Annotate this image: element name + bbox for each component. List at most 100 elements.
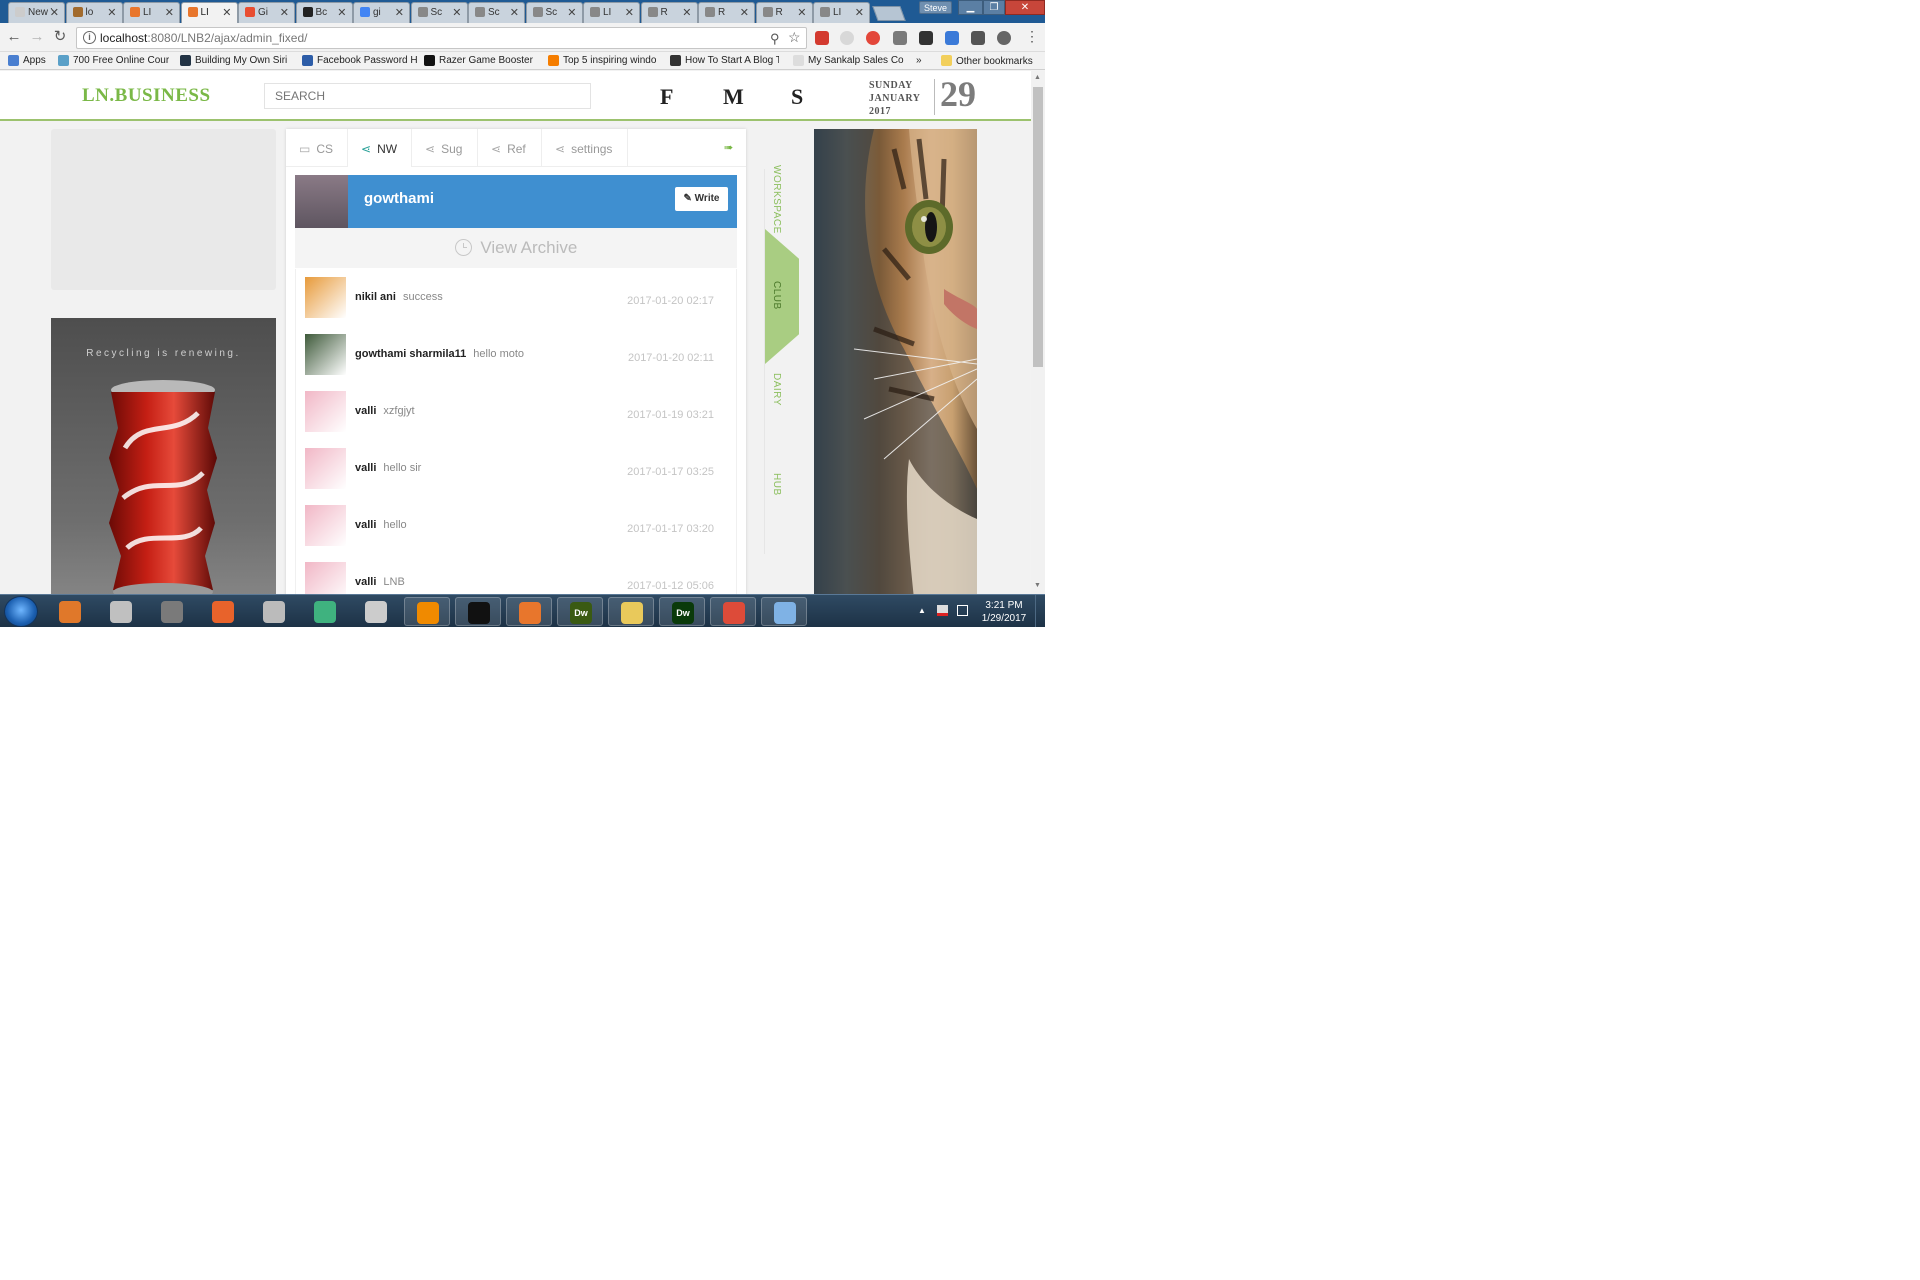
avatar[interactable]: [305, 391, 346, 432]
taskbar-app[interactable]: [761, 597, 807, 626]
header-link-s[interactable]: S: [791, 84, 803, 110]
browser-tab[interactable]: Bc ✕: [295, 2, 353, 23]
avatar[interactable]: [305, 334, 346, 375]
browser-tab[interactable]: gi ✕: [353, 2, 410, 23]
search-input[interactable]: [264, 83, 591, 109]
avatar[interactable]: [305, 505, 346, 546]
browser-tab[interactable]: R ✕: [698, 2, 755, 23]
taskbar-app[interactable]: [404, 597, 450, 626]
browser-tab[interactable]: Sc ✕: [410, 2, 468, 23]
signout-icon[interactable]: ➠: [724, 141, 733, 154]
browser-tab[interactable]: LI ✕: [180, 2, 238, 23]
tab-ref[interactable]: ⋖ Ref: [478, 129, 542, 167]
write-button[interactable]: ✎ Write: [675, 187, 728, 211]
other-bookmarks[interactable]: Other bookmarks: [941, 55, 1033, 67]
side-nav-club[interactable]: CLUB: [771, 281, 782, 310]
tray-overflow-icon[interactable]: ▲: [918, 606, 926, 615]
avatar[interactable]: [305, 277, 346, 318]
avatar[interactable]: [295, 175, 348, 228]
taskbar-app[interactable]: [98, 597, 144, 626]
back-button[interactable]: ←: [5, 28, 23, 46]
extension-icon[interactable]: [866, 31, 880, 45]
bookmark-item[interactable]: Apps: [8, 55, 51, 67]
menu-icon[interactable]: ⋮: [1025, 28, 1039, 45]
close-icon[interactable]: ✕: [222, 6, 231, 19]
feed-item[interactable]: valli xzfgjyt 2017-01-19 03:21: [296, 383, 738, 440]
feed-user-name[interactable]: gowthami sharmila11 hello moto: [355, 348, 524, 360]
tab-settings[interactable]: ⋖ settings: [542, 129, 628, 167]
start-button[interactable]: [4, 596, 38, 627]
feed-user-name[interactable]: valli hello sir: [355, 462, 421, 474]
coke-ad[interactable]: Recycling is renewing. 150ml: [51, 318, 276, 594]
address-bar[interactable]: i localhost:8080/LNB2/ajax/admin_fixed/ …: [76, 27, 807, 49]
minimize-button[interactable]: ▁: [958, 0, 983, 15]
header-link-f[interactable]: F: [660, 84, 673, 110]
site-info-icon[interactable]: i: [83, 31, 96, 44]
cat-ad[interactable]: [814, 129, 977, 594]
url-text[interactable]: localhost:8080/LNB2/ajax/admin_fixed/: [100, 31, 307, 45]
site-logo[interactable]: LN.BUSINESS: [82, 85, 211, 107]
browser-tab[interactable]: Gi ✕: [238, 2, 295, 23]
taskbar-app[interactable]: [47, 597, 93, 626]
scroll-down-arrow[interactable]: ▼: [1034, 582, 1041, 589]
browser-tab[interactable]: Sc ✕: [468, 2, 525, 23]
browser-tab[interactable]: LI ✕: [813, 2, 870, 23]
extension-icon[interactable]: [840, 31, 854, 45]
feed-item[interactable]: gowthami sharmila11 hello moto 2017-01-20 …: [296, 326, 738, 383]
forward-button[interactable]: →: [28, 28, 46, 46]
header-link-m[interactable]: M: [723, 84, 744, 110]
bookmarks-overflow-icon[interactable]: »: [916, 55, 922, 66]
scrollbar-thumb[interactable]: [1033, 87, 1043, 367]
maximize-button[interactable]: ❐: [983, 0, 1005, 15]
close-icon[interactable]: ✕: [165, 6, 174, 19]
feed-item[interactable]: valli LNB 2017-01-12 05:06: [296, 554, 738, 594]
tab-sug[interactable]: ⋖ Sug: [412, 129, 478, 167]
bookmark-item[interactable]: Top 5 inspiring windo: [548, 55, 657, 67]
feed-user-name[interactable]: valli hello: [355, 519, 407, 531]
close-icon[interactable]: ✕: [452, 6, 461, 19]
browser-tab[interactable]: Sc ✕: [525, 2, 583, 23]
close-icon[interactable]: ✕: [740, 6, 749, 19]
avatar[interactable]: [305, 448, 346, 489]
feed-item[interactable]: nikil ani success 2017-01-20 02:17: [296, 269, 738, 326]
side-nav-dairy[interactable]: DAIRY: [771, 373, 782, 406]
taskbar-app[interactable]: [149, 597, 195, 626]
extension-icon[interactable]: [945, 31, 959, 45]
bookmark-item[interactable]: Razer Game Booster F: [424, 55, 533, 67]
taskbar-app[interactable]: [608, 597, 654, 626]
feed-user-name[interactable]: valli LNB: [355, 576, 405, 588]
browser-tab[interactable]: LI ✕: [583, 2, 640, 23]
feed-user-name[interactable]: nikil ani success: [355, 291, 443, 303]
side-nav-workspace[interactable]: WORKSPACE: [771, 165, 782, 234]
close-icon[interactable]: ✕: [625, 6, 634, 19]
page-scrollbar[interactable]: ▲ ▼: [1031, 71, 1045, 594]
bookmark-item[interactable]: My Sankalp Sales Cor: [793, 55, 904, 67]
feed-user-name[interactable]: valli xzfgjyt: [355, 405, 415, 417]
key-icon[interactable]: ⚲: [770, 31, 780, 47]
close-icon[interactable]: ✕: [567, 6, 576, 19]
taskbar-app[interactable]: Dw: [659, 597, 705, 626]
bookmark-item[interactable]: How To Start A Blog T: [670, 55, 779, 67]
extension-icon[interactable]: [919, 31, 933, 45]
feed-item[interactable]: valli hello 2017-01-17 03:20: [296, 497, 738, 554]
view-archive-button[interactable]: View Archive: [295, 228, 737, 268]
taskbar-app[interactable]: [251, 597, 297, 626]
close-icon[interactable]: ✕: [280, 6, 289, 19]
taskbar-app[interactable]: [200, 597, 246, 626]
close-icon[interactable]: ✕: [50, 6, 59, 19]
network-icon[interactable]: [957, 605, 968, 616]
new-tab-button[interactable]: [872, 6, 906, 21]
close-icon[interactable]: ✕: [855, 6, 864, 19]
tab-nw[interactable]: ⋖ NW: [348, 129, 412, 167]
extension-icon[interactable]: [997, 31, 1011, 45]
close-icon[interactable]: ✕: [797, 6, 806, 19]
browser-tab[interactable]: R ✕: [640, 2, 698, 23]
bookmark-star-icon[interactable]: ☆: [788, 29, 801, 46]
bookmark-item[interactable]: Building My Own Siri: [180, 55, 287, 67]
taskbar-app[interactable]: [455, 597, 501, 626]
close-icon[interactable]: ✕: [107, 6, 116, 19]
taskbar-app[interactable]: [353, 597, 399, 626]
extension-icon[interactable]: [815, 31, 829, 45]
extension-icon[interactable]: [971, 31, 985, 45]
close-icon[interactable]: ✕: [337, 6, 346, 19]
